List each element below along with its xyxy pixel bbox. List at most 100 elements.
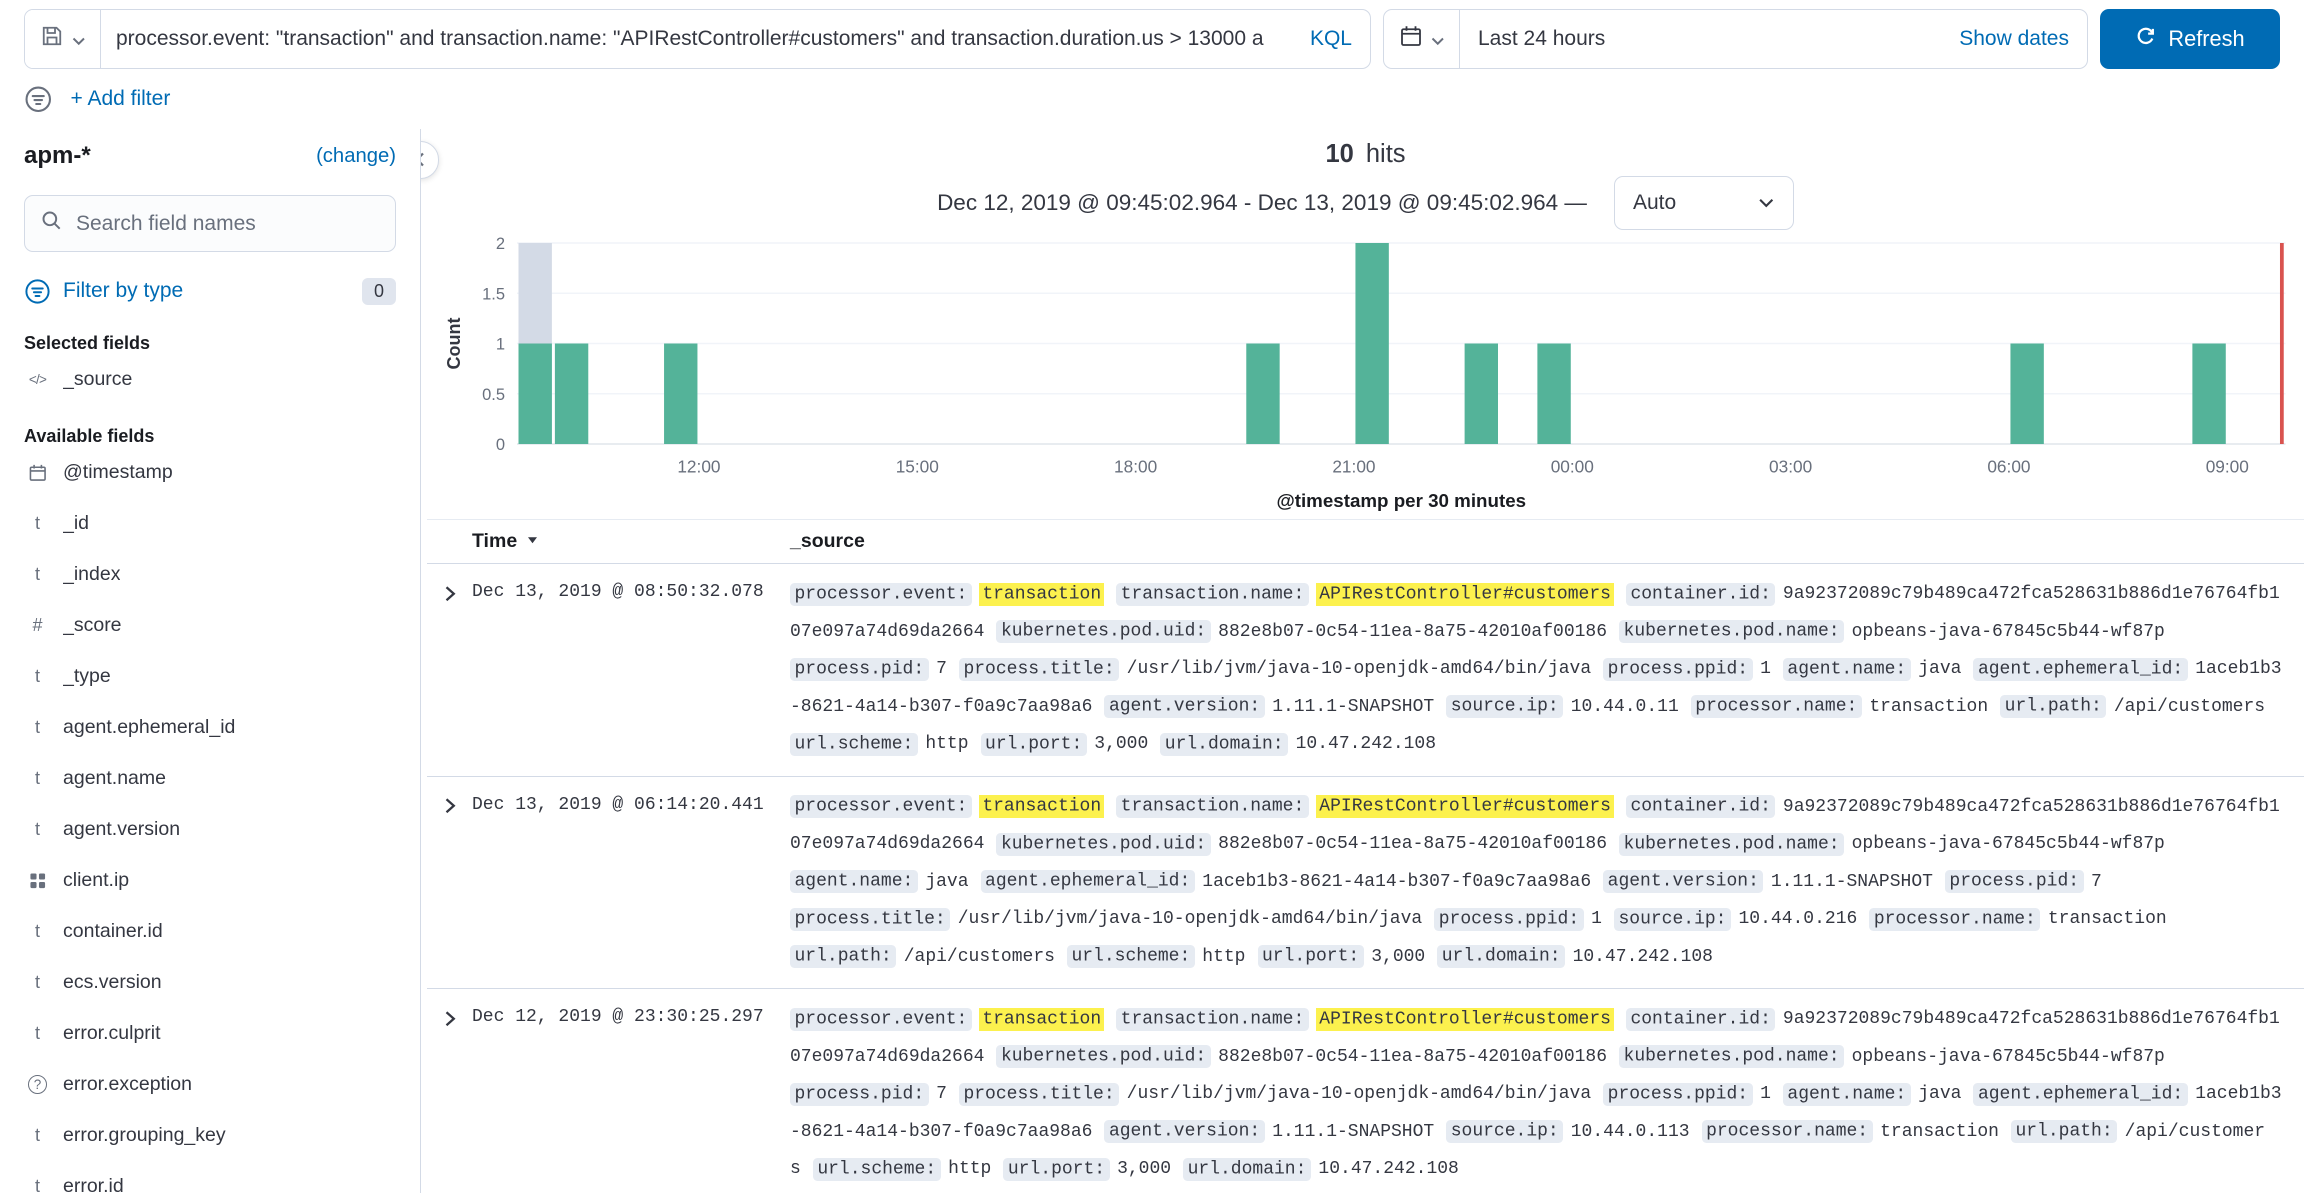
string-field-type-icon: t bbox=[24, 1176, 51, 1193]
field-value: 3,000 bbox=[1117, 1159, 1171, 1179]
date-picker: Last 24 hours Show dates bbox=[1383, 9, 2088, 69]
chart-time-range: Dec 12, 2019 @ 09:45:02.964 - Dec 13, 20… bbox=[427, 174, 2304, 231]
string-field-type-icon: t bbox=[24, 513, 51, 534]
field-item-container.id[interactable]: tcontainer.id bbox=[24, 906, 396, 957]
field-item-error.grouping_key[interactable]: terror.grouping_key bbox=[24, 1110, 396, 1161]
source-column-header: _source bbox=[790, 530, 2304, 553]
field-key: processor.event: bbox=[790, 1008, 972, 1031]
field-item-agent.ephemeral_id[interactable]: tagent.ephemeral_id bbox=[24, 702, 396, 753]
string-field-type-icon: t bbox=[24, 972, 51, 993]
field-value: transaction bbox=[1869, 697, 1988, 717]
field-value: 7 bbox=[936, 1084, 947, 1104]
field-item-error.exception[interactable]: ? error.exception bbox=[24, 1059, 396, 1110]
svg-text:21:00: 21:00 bbox=[1332, 457, 1375, 477]
query-input[interactable] bbox=[101, 27, 1292, 51]
field-item-_type[interactable]: t_type bbox=[24, 651, 396, 702]
filter-by-type-button[interactable]: Filter by type 0 bbox=[24, 270, 396, 312]
field-key: processor.name: bbox=[1702, 1120, 1873, 1143]
field-item-error.id[interactable]: t error.id bbox=[24, 1161, 396, 1193]
string-field-type-icon: t bbox=[24, 717, 51, 738]
field-value: 882e8b07-0c54-11ea-8a75-42010af00186 bbox=[1218, 622, 1607, 642]
content: apm-* (change) Filter by type 0 Selected… bbox=[0, 129, 2304, 1193]
field-key: source.ip: bbox=[1614, 908, 1731, 931]
field-value: 7 bbox=[936, 659, 947, 679]
field-key: url.path: bbox=[2011, 1120, 2117, 1143]
table-row: Dec 13, 2019 @ 06:14:20.441processor.eve… bbox=[427, 777, 2304, 990]
histogram[interactable]: 00.511.5212:0015:0018:0021:0000:0003:000… bbox=[433, 231, 2298, 516]
save-query-icon bbox=[40, 24, 64, 55]
field-item-_score[interactable]: #_score bbox=[24, 600, 396, 651]
field-value: 1 bbox=[1760, 659, 1771, 679]
expand-row-button[interactable] bbox=[427, 1001, 472, 1189]
field-value: http bbox=[948, 1159, 991, 1179]
field-value-highlighted: transaction bbox=[979, 795, 1104, 818]
row-source: processor.event:transactiontransaction.n… bbox=[790, 1001, 2304, 1189]
filter-count-badge: 0 bbox=[362, 278, 396, 305]
field-key: kubernetes.pod.name: bbox=[1619, 833, 1844, 856]
query-language-button[interactable]: KQL bbox=[1292, 27, 1370, 51]
field-key: url.port: bbox=[1003, 1158, 1109, 1181]
change-index-pattern-link[interactable]: (change) bbox=[316, 145, 396, 168]
field-search-input[interactable] bbox=[73, 210, 380, 237]
field-key: container.id: bbox=[1626, 795, 1775, 818]
time-range-value[interactable]: Last 24 hours bbox=[1460, 27, 1941, 51]
field-item-_id[interactable]: t_id bbox=[24, 498, 396, 549]
hits-label: hits bbox=[1366, 140, 1406, 168]
filter-settings-icon[interactable] bbox=[24, 85, 53, 114]
field-value-highlighted: transaction bbox=[979, 1008, 1104, 1031]
field-key: transaction.name: bbox=[1116, 795, 1309, 818]
field-value-highlighted: transaction bbox=[979, 583, 1104, 606]
field-item-agent.version[interactable]: tagent.version bbox=[24, 804, 396, 855]
field-item-ecs.version[interactable]: tecs.version bbox=[24, 957, 396, 1008]
show-dates-link[interactable]: Show dates bbox=[1941, 27, 2087, 51]
quick-select-date-button[interactable] bbox=[1384, 10, 1460, 68]
filter-by-type-label: Filter by type bbox=[63, 279, 183, 303]
field-key: agent.version: bbox=[1603, 870, 1763, 893]
field-value: 10.47.242.108 bbox=[1573, 947, 1713, 967]
fields-sidebar: apm-* (change) Filter by type 0 Selected… bbox=[0, 129, 420, 1193]
field-key: url.port: bbox=[981, 733, 1087, 756]
svg-text:@timestamp per 30 minutes: @timestamp per 30 minutes bbox=[1276, 490, 1526, 511]
table-header: Time _source bbox=[427, 519, 2304, 564]
field-value: transaction bbox=[1880, 1122, 1999, 1142]
field-value: http bbox=[1202, 947, 1245, 967]
field-key: container.id: bbox=[1626, 583, 1775, 606]
string-field-type-icon: t bbox=[24, 1125, 51, 1146]
field-item-@timestamp[interactable]: @timestamp bbox=[24, 447, 396, 498]
field-value: java bbox=[925, 872, 968, 892]
field-item-agent.name[interactable]: tagent.name bbox=[24, 753, 396, 804]
field-value-highlighted: APIRestController#customers bbox=[1316, 795, 1614, 818]
field-value-highlighted: APIRestController#customers bbox=[1316, 1008, 1614, 1031]
time-column-header[interactable]: Time bbox=[472, 530, 790, 553]
date-field-type-icon bbox=[24, 463, 51, 483]
field-item-client.ip[interactable]: client.ip bbox=[24, 855, 396, 906]
svg-text:15:00: 15:00 bbox=[896, 457, 939, 477]
field-name: client.ip bbox=[63, 869, 129, 892]
field-value: /usr/lib/jvm/java-10-openjdk-amd64/bin/j… bbox=[958, 909, 1422, 929]
add-filter-link[interactable]: + Add filter bbox=[71, 87, 171, 111]
field-item-_source[interactable]: </>_source bbox=[24, 354, 396, 405]
field-key: url.domain: bbox=[1437, 945, 1565, 968]
expand-row-button[interactable] bbox=[427, 576, 472, 764]
field-key: kubernetes.pod.uid: bbox=[996, 620, 1210, 643]
field-key: transaction.name: bbox=[1116, 583, 1309, 606]
field-value: 1 bbox=[1760, 1084, 1771, 1104]
sort-descending-icon bbox=[525, 530, 540, 553]
interval-select[interactable]: Auto bbox=[1614, 176, 1794, 230]
field-name: error.id bbox=[63, 1175, 124, 1193]
refresh-button[interactable]: Refresh bbox=[2100, 9, 2280, 69]
field-value: 10.44.0.216 bbox=[1739, 909, 1858, 929]
number-field-type-icon: # bbox=[24, 615, 51, 636]
field-item-error.culprit[interactable]: terror.culprit bbox=[24, 1008, 396, 1059]
field-key: process.ppid: bbox=[1603, 1083, 1752, 1106]
hits-summary: 10hits bbox=[427, 138, 2304, 171]
expand-row-button[interactable] bbox=[427, 789, 472, 977]
field-key: agent.name: bbox=[1783, 1083, 1911, 1106]
histogram-svg[interactable]: 00.511.5212:0015:0018:0021:0000:0003:000… bbox=[433, 231, 2301, 516]
filter-bar: + Add filter bbox=[0, 75, 2304, 129]
saved-query-menu-button[interactable] bbox=[25, 10, 101, 68]
unknown-field-type-icon: ? bbox=[24, 1075, 51, 1095]
row-source: processor.event:transactiontransaction.n… bbox=[790, 789, 2304, 977]
field-name: error.exception bbox=[63, 1073, 192, 1096]
field-item-_index[interactable]: t_index bbox=[24, 549, 396, 600]
